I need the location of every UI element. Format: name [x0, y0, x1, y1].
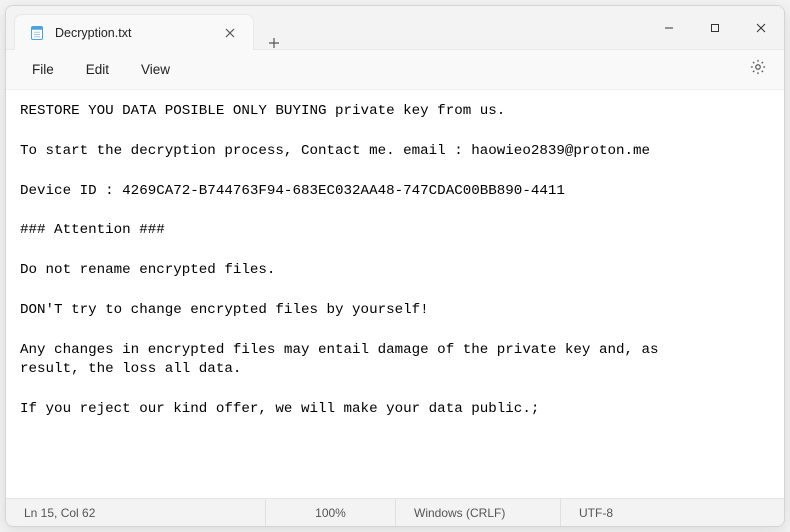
tab-title: Decryption.txt	[55, 26, 211, 40]
status-line-ending: Windows (CRLF)	[396, 499, 561, 526]
text-editor-area[interactable]: RESTORE YOU DATA POSIBLE ONLY BUYING pri…	[6, 90, 784, 498]
tab-close-button[interactable]	[221, 24, 239, 42]
gear-icon	[749, 58, 767, 81]
status-encoding: UTF-8	[561, 499, 784, 526]
document-tab[interactable]: Decryption.txt	[14, 14, 254, 50]
status-cursor-position: Ln 15, Col 62	[6, 499, 266, 526]
notepad-icon	[29, 25, 45, 41]
menu-view[interactable]: View	[125, 56, 186, 83]
statusbar: Ln 15, Col 62 100% Windows (CRLF) UTF-8	[6, 498, 784, 526]
minimize-button[interactable]	[646, 6, 692, 49]
titlebar-drag-area[interactable]	[294, 6, 646, 49]
settings-button[interactable]	[742, 54, 774, 86]
maximize-button[interactable]	[692, 6, 738, 49]
close-window-button[interactable]	[738, 6, 784, 49]
tab-strip: Decryption.txt	[6, 6, 294, 49]
menu-edit[interactable]: Edit	[70, 56, 125, 83]
menubar: File Edit View	[6, 50, 784, 90]
titlebar: Decryption.txt	[6, 6, 784, 50]
notepad-window: Decryption.txt File Edit View	[5, 5, 785, 527]
window-control-group	[646, 6, 784, 49]
new-tab-button[interactable]	[254, 37, 294, 49]
status-zoom[interactable]: 100%	[266, 499, 396, 526]
menu-file[interactable]: File	[16, 56, 70, 83]
